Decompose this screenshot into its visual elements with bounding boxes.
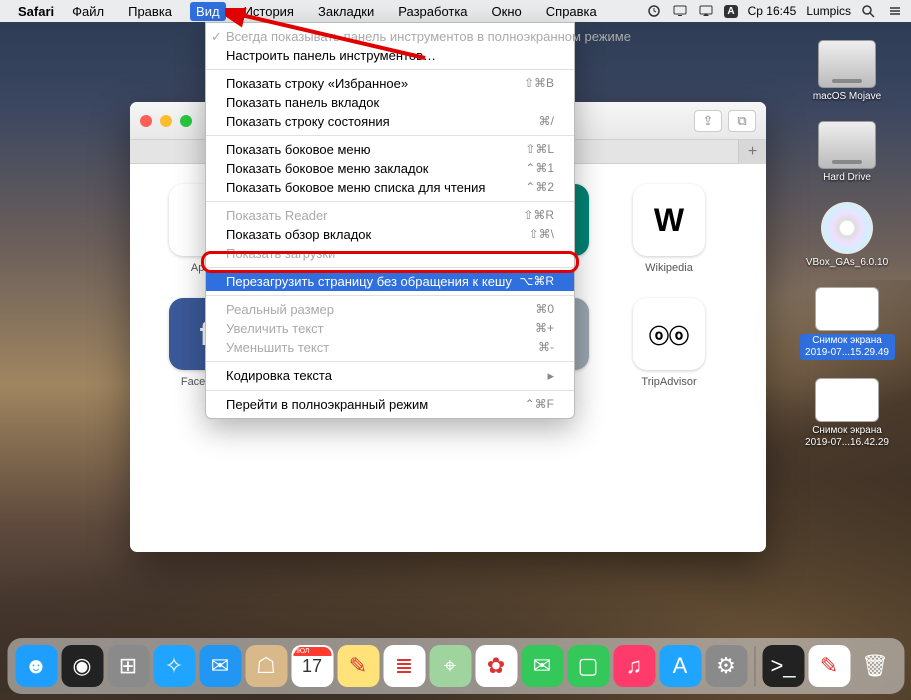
menu-item[interactable]: Показать обзор вкладок⇧⌘\ [206,225,574,244]
dock-itunes[interactable]: ♫ [613,645,655,687]
menu-файл[interactable]: Файл [66,2,110,21]
dock-terminal[interactable]: >_ [762,645,804,687]
menu-item: Показать Reader⇧⌘R [206,206,574,225]
menu-item[interactable]: Показать боковое меню списка для чтения⌃… [206,178,574,197]
menu-item: Увеличить текст⌘+ [206,319,574,338]
menu-item[interactable]: Показать боковое меню⇧⌘L [206,140,574,159]
share-button[interactable]: ⇪ [694,110,722,132]
dock-messages[interactable]: ✉ [521,645,563,687]
menu-item[interactable]: Показать строку состояния⌘/ [206,112,574,131]
menu-item[interactable]: Настроить панель инструментов… [206,46,574,65]
menu-правка[interactable]: Правка [122,2,178,21]
menu-item[interactable]: Перезагрузить страницу без обращения к к… [206,272,574,291]
menu-вид[interactable]: Вид [190,2,226,21]
menu-item: Показать загрузки [206,244,574,263]
minimize-button[interactable] [160,115,172,127]
user-name[interactable]: Lumpics [806,4,851,18]
desktop-icon[interactable]: VBox_GAs_6.0.10 [806,202,888,269]
new-tab-button[interactable]: + [738,140,766,164]
dock-launchpad[interactable]: ⊞ [107,645,149,687]
dock-reminders[interactable]: ≣ [383,645,425,687]
menu-item[interactable]: Показать панель вкладок [206,93,574,112]
desktop-icon[interactable]: Снимок экрана 2019-07...15.29.49 [800,287,895,360]
menu-item: Уменьшить текст⌘- [206,338,574,357]
keyboard-icon[interactable]: A [724,5,737,18]
menu-справка[interactable]: Справка [540,2,603,21]
menubar-status: A Ср 16:45 Lumpics [646,4,903,18]
close-button[interactable] [140,115,152,127]
dock: ☻◉⊞✧✉☖ИЮЛ17✎≣⌖✿✉▢♫A⚙>_✎🗑 [7,638,904,694]
desktop-icons: macOS Mojave Hard Drive VBox_GAs_6.0.10 Сни… [797,40,897,449]
dock-textedit[interactable]: ✎ [808,645,850,687]
dock-photos[interactable]: ✿ [475,645,517,687]
favorite-tripadvisor[interactable]: ⓞⓞTripAdvisor [624,298,714,388]
airplay-icon[interactable] [698,4,714,18]
dock-mail[interactable]: ✉ [199,645,241,687]
dock-notes[interactable]: ✎ [337,645,379,687]
clock[interactable]: Ср 16:45 [748,4,797,18]
tabs-button[interactable]: ⧉ [728,110,756,132]
dock-preferences[interactable]: ⚙ [705,645,747,687]
menubar: Safari Файл Правка Вид История Закладки Разра… [0,0,911,22]
zoom-button[interactable] [180,115,192,127]
menu-item[interactable]: Показать боковое меню закладок⌃⌘1 [206,159,574,178]
view-menu-dropdown: Всегда показывать панель инструментов в … [205,22,575,419]
notification-icon[interactable] [887,4,903,18]
favorite-wikipedia[interactable]: WWikipedia [624,184,714,274]
desktop-icon[interactable]: macOS Mojave [813,40,881,103]
desktop-icon[interactable]: Снимок экрана 2019-07...16.42.29 [800,378,895,449]
menu-разработка[interactable]: Разработка [392,2,473,21]
menu-item[interactable]: Показать строку «Избранное»⇧⌘B [206,74,574,93]
menu-item: Всегда показывать панель инструментов в … [206,27,574,46]
menu-item[interactable]: Перейти в полноэкранный режим⌃⌘F [206,395,574,414]
dock-appstore[interactable]: A [659,645,701,687]
dock-calendar[interactable]: ИЮЛ17 [291,645,333,687]
desktop-icon[interactable]: Hard Drive [818,121,876,184]
dock-safari[interactable]: ✧ [153,645,195,687]
menu-закладки[interactable]: Закладки [312,2,380,21]
dock-facetime[interactable]: ▢ [567,645,609,687]
dock-contacts[interactable]: ☖ [245,645,287,687]
menu-история[interactable]: История [238,2,300,21]
search-icon[interactable] [861,4,877,18]
app-name[interactable]: Safari [18,4,54,19]
menu-item[interactable]: Кодировка текста [206,366,574,386]
dock-trash[interactable]: 🗑 [854,645,896,687]
menu-item: Реальный размер⌘0 [206,300,574,319]
display-icon[interactable] [672,4,688,18]
menu-окно[interactable]: Окно [486,2,528,21]
dock-siri[interactable]: ◉ [61,645,103,687]
dock-finder[interactable]: ☻ [15,645,57,687]
dock-maps[interactable]: ⌖ [429,645,471,687]
timemachine-icon[interactable] [646,4,662,18]
